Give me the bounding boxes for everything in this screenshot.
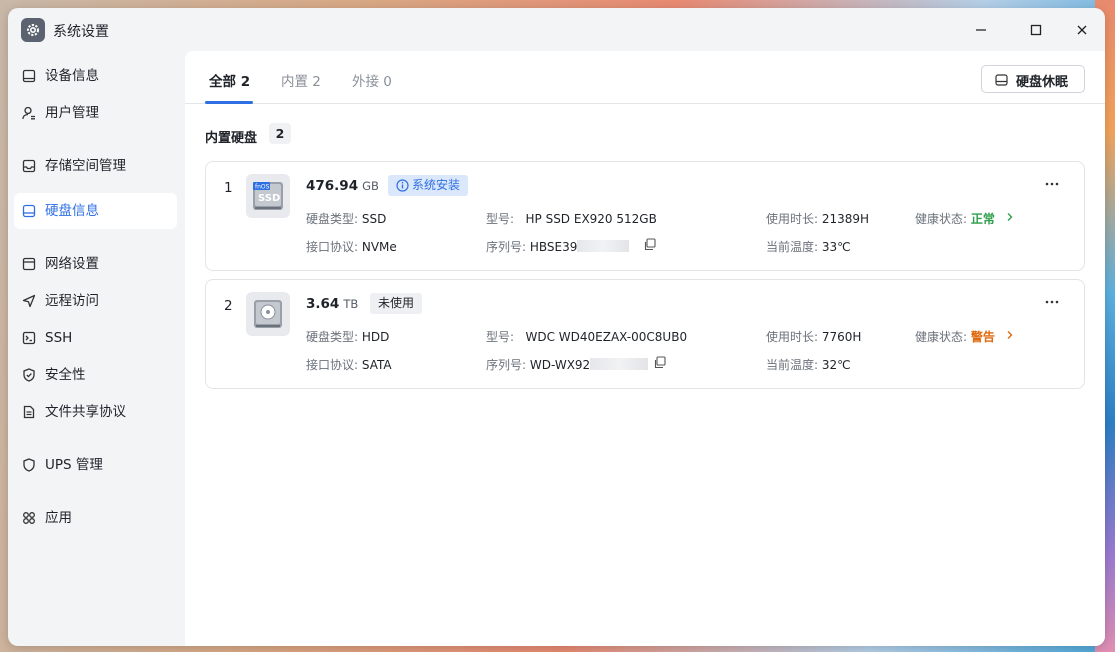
more-icon [1045,182,1059,186]
minimize-button[interactable] [967,17,995,43]
sidebar: 设备信息 用户管理 存储空间管理 硬盘信息 网络设置 远程访问 SSH 安全性 [8,51,185,646]
settings-window: 系统设置 设备信息 用户管理 存储空间管理 硬盘信息 网络设置 远程访问 SSH… [8,8,1105,646]
disk-index: 1 [224,180,233,196]
sidebar-item-label: 用户管理 [45,105,99,121]
more-options-button[interactable] [1044,294,1060,310]
sidebar-item-label: SSH [45,330,73,346]
sidebar-item-ups[interactable]: UPS 管理 [14,447,177,483]
sidebar-item-remote-access[interactable]: 远程访问 [14,283,177,319]
terminal-icon [22,331,36,345]
sidebar-item-label: 存储空间管理 [45,158,126,174]
ssd-icon: fnOS SSD [246,174,290,218]
disk-icon [995,74,1008,86]
svg-text:fnOS: fnOS [255,184,270,191]
sidebar-item-security[interactable]: 安全性 [14,357,177,393]
tab-internal[interactable]: 内置 2 [281,70,321,90]
sidebar-item-disk-info[interactable]: 硬盘信息 [14,193,177,229]
disk-sleep-button[interactable]: 硬盘休眠 [981,65,1085,93]
close-button[interactable] [1068,17,1096,43]
info-icon [396,179,409,192]
maximize-button[interactable] [1022,17,1050,43]
sidebar-item-file-sharing[interactable]: 文件共享协议 [14,394,177,430]
more-options-button[interactable] [1044,176,1060,192]
sidebar-item-network-settings[interactable]: 网络设置 [14,246,177,282]
disk-interface: 接口协议: SATA [306,358,392,372]
sidebar-item-label: 远程访问 [45,293,99,309]
redacted-serial [577,240,630,252]
hdd-icon [246,292,290,336]
sidebar-item-apps[interactable]: 应用 [14,500,177,536]
storage-icon [22,159,36,173]
apps-icon [23,512,35,524]
minimize-icon [976,29,986,31]
disk-card[interactable]: 1 fnOS SSD 476.94 GB 系统安装 硬盘类型: SSD 型号: … [205,161,1085,271]
send-icon [22,294,36,308]
disk-serial: 序列号: HBSE39 [486,238,630,255]
disk-health: 健康状态: 警告 [915,330,995,344]
sidebar-item-label: 设备信息 [45,68,99,84]
shield-icon [23,458,35,472]
tab-bar: 全部 2 内置 2 外接 0 硬盘休眠 [185,51,1105,104]
disk-usage-hours: 使用时长: 7760H [766,330,862,344]
window-title: 系统设置 [53,24,109,40]
title-bar: 系统设置 [8,8,1105,51]
section-title: 内置硬盘 [205,131,258,146]
chevron-right-icon[interactable] [1005,212,1015,222]
disk-interface: 接口协议: NVMe [306,240,397,254]
disk-card[interactable]: 2 3.64 TB 未使用 硬盘类型: HDD 型号: WDC WD40EZAX-… [205,279,1085,389]
sidebar-item-label: 网络设置 [45,256,99,272]
sidebar-item-device-info[interactable]: 设备信息 [14,58,177,94]
disk-serial: 序列号: WD-WX92 [486,356,649,373]
disk-capacity: 476.94 GB [306,178,379,194]
system-install-badge: 系统安装 [388,175,469,196]
file-icon [23,405,35,419]
disk-type: 硬盘类型: HDD [306,330,390,344]
disk-type: 硬盘类型: SSD [306,212,387,226]
network-icon [22,257,36,271]
main-panel: 全部 2 内置 2 外接 0 硬盘休眠 内置硬盘 2 1 fnOS SSD 47… [185,51,1105,646]
disk-usage-hours: 使用时长: 21389H [766,212,870,226]
disk-temperature: 当前温度: 32℃ [766,358,851,372]
copy-icon[interactable] [643,238,656,251]
disk-model: 型号: WDC WD40EZAX-00C8UB0 [486,330,688,344]
disk-temperature: 当前温度: 33℃ [766,240,851,254]
tab-all[interactable]: 全部 2 [209,70,250,90]
sidebar-item-label: UPS 管理 [45,457,103,473]
redacted-serial [590,358,649,370]
disk-icon [22,204,36,218]
sidebar-item-label: 硬盘信息 [45,203,99,219]
sidebar-item-ssh[interactable]: SSH [14,320,177,356]
disk-health: 健康状态: 正常 [915,212,995,226]
sidebar-item-user-management[interactable]: 用户管理 [14,95,177,131]
maximize-icon [1030,24,1042,36]
sidebar-item-label: 应用 [45,510,72,526]
unused-badge: 未使用 [370,293,423,314]
sidebar-item-storage-management[interactable]: 存储空间管理 [14,148,177,184]
disk-capacity: 3.64 TB [306,296,359,312]
close-icon [1077,25,1087,35]
sidebar-item-label: 安全性 [45,367,86,383]
more-icon [1045,300,1059,304]
user-icon [22,106,35,120]
disk-sleep-label: 硬盘休眠 [1016,75,1069,90]
svg-text:SSD: SSD [258,193,280,204]
chevron-right-icon[interactable] [1005,330,1015,340]
gear-icon [21,18,45,42]
shield-check-icon [23,368,35,382]
disk-model: 型号: HP SSD EX920 512GB [486,212,657,226]
sidebar-item-label: 文件共享协议 [45,404,126,420]
tab-active-indicator [205,101,253,104]
tab-external[interactable]: 外接 0 [352,70,392,90]
copy-icon[interactable] [653,356,666,369]
device-icon [22,69,36,83]
section-count-badge: 2 [269,123,291,144]
disk-index: 2 [224,298,233,314]
